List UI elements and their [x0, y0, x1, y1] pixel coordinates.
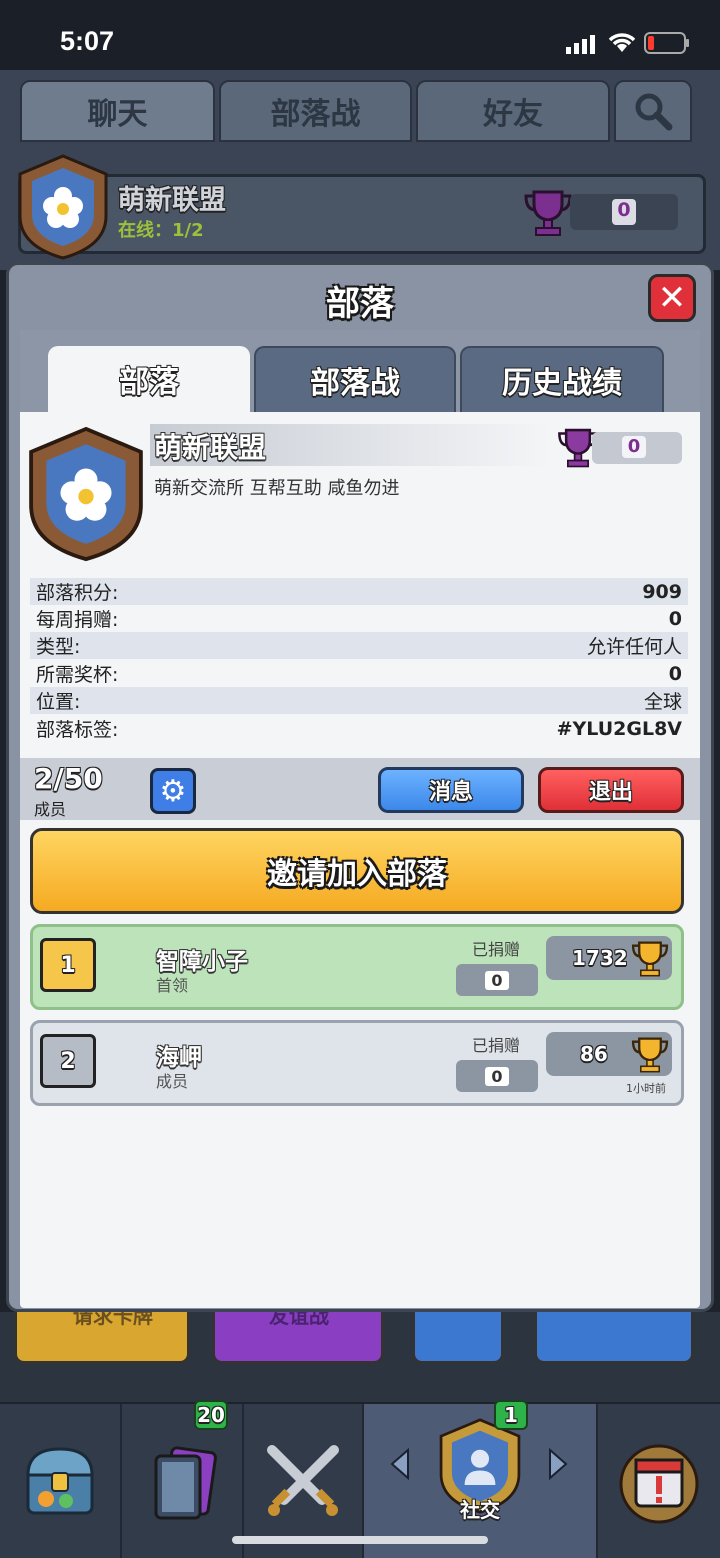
stat-weekly-donations: 每周捐赠: 0 [36, 607, 682, 632]
social-badge: 1 [494, 1400, 528, 1430]
clan-bar-trophy-icon [522, 186, 574, 238]
chat-bubble-button[interactable] [412, 1312, 504, 1364]
settings-button[interactable]: ⚙ [150, 768, 196, 814]
chest-icon [26, 1447, 94, 1515]
stat-clan-tag: 部落标签: #YLU2GL8V [36, 717, 682, 742]
nav-social-label: 社交 [460, 1498, 500, 1522]
donated-box: 0 [456, 964, 538, 996]
member-count: 2/50 [34, 762, 103, 795]
last-seen: 1小时前 [626, 1082, 666, 1095]
stat-clan-score: 部落积分: 909 [30, 578, 688, 605]
wifi-icon [606, 30, 638, 54]
donated-box: 0 [456, 1060, 538, 1092]
tab-war-history[interactable]: 历史战绩 [460, 346, 664, 412]
close-icon: ✕ [657, 278, 687, 318]
nav-events[interactable] [598, 1404, 720, 1558]
nav-battle[interactable] [244, 1404, 364, 1558]
modal-title: 部落 [326, 284, 394, 324]
member-name: 智障小子 [156, 949, 248, 975]
cards-badge: 20 [194, 1400, 228, 1430]
clan-trophy-value: 0 [622, 436, 646, 458]
gear-icon: ⚙ [159, 773, 187, 809]
search-button[interactable] [614, 80, 692, 142]
close-button[interactable]: ✕ [648, 274, 696, 322]
clan-bar-online: 在线：1/2 [118, 220, 204, 241]
clan-bar-trophy-value: 0 [612, 199, 636, 225]
invite-button[interactable]: 邀请加入部落 [30, 828, 684, 914]
clan-badge-icon [26, 424, 146, 564]
request-cards-button[interactable]: 请求卡牌 [14, 1312, 190, 1364]
member-name: 海岬 [156, 1045, 202, 1071]
stat-type: 类型: 允许任何人 [30, 632, 688, 659]
clan-bar-badge-icon [16, 154, 110, 260]
message-button[interactable]: 消息 [378, 767, 524, 813]
clan-description: 萌新交流所 互帮互助 咸鱼勿进 [154, 478, 400, 499]
tab-clan-war-sub[interactable]: 部落战 [254, 346, 456, 412]
cards-icon [154, 1446, 217, 1520]
donated-label: 已捐赠 [472, 1036, 521, 1055]
friendly-battle-button[interactable]: 友谊战 [212, 1312, 384, 1364]
message-bubble-button[interactable] [534, 1312, 694, 1364]
member-rank: 2 [40, 1034, 96, 1088]
donated-label: 已捐赠 [472, 940, 521, 959]
search-icon [635, 93, 673, 131]
member-trophies: 1732 [572, 946, 628, 970]
exit-button[interactable]: 退出 [538, 767, 684, 813]
signal-icon [566, 34, 598, 54]
tab-chat[interactable]: 聊天 [20, 80, 215, 142]
clan-name: 萌新联盟 [154, 431, 267, 464]
battery-icon [644, 32, 690, 54]
clan-bar-name: 萌新联盟 [118, 185, 226, 216]
stat-required-trophies: 所需奖杯: 0 [36, 662, 682, 687]
nav-social[interactable] [364, 1404, 598, 1558]
member-role: 成员 [156, 1072, 189, 1091]
tab-clan-war[interactable]: 部落战 [219, 80, 412, 142]
tab-friends[interactable]: 好友 [416, 80, 610, 142]
member-label: 成员 [34, 800, 67, 819]
member-rank: 1 [40, 938, 96, 992]
nav-right-arrow-icon[interactable] [546, 1447, 570, 1481]
status-time: 5:07 [60, 26, 115, 56]
tab-clan[interactable]: 部落 [48, 346, 250, 412]
nav-shop[interactable] [0, 1404, 122, 1558]
stat-location: 位置: 全球 [30, 687, 688, 714]
member-trophies: 86 [580, 1042, 608, 1066]
crossed-swords-icon [267, 1445, 339, 1516]
home-indicator[interactable] [232, 1536, 488, 1544]
calendar-icon [619, 1444, 699, 1524]
gold-trophy-icon [630, 938, 670, 978]
member-role: 首领 [156, 976, 189, 995]
gold-trophy-icon [630, 1034, 670, 1074]
nav-left-arrow-icon[interactable] [388, 1447, 412, 1481]
